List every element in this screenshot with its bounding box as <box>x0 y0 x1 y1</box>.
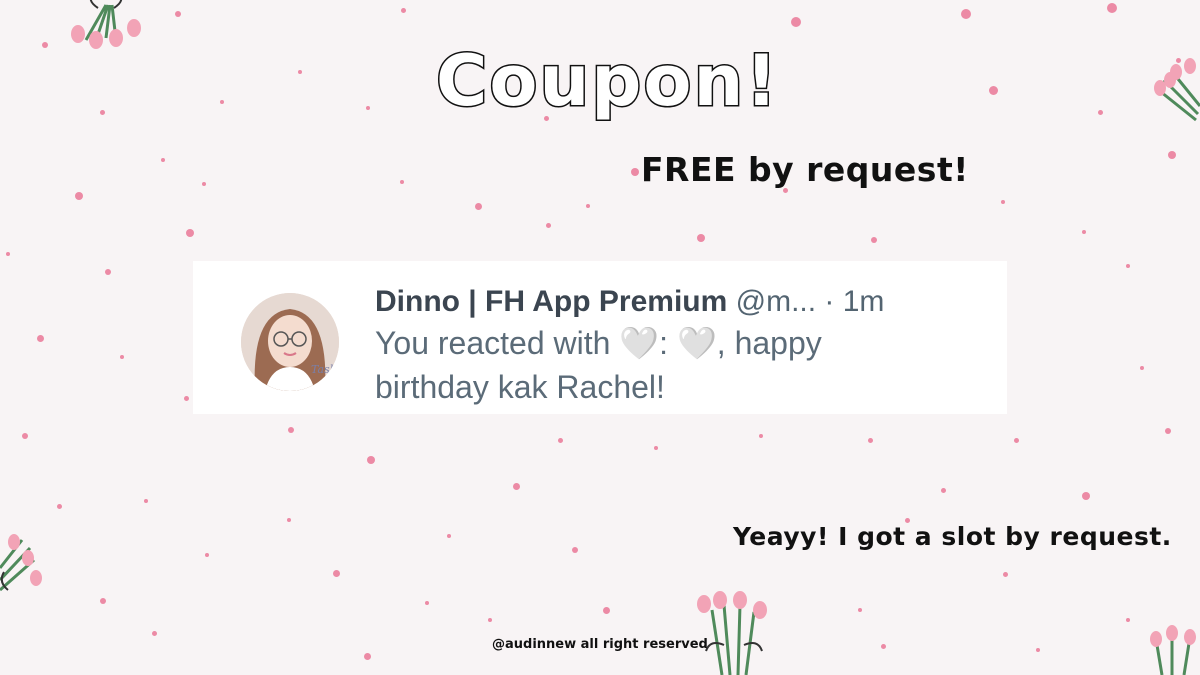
polka-dot <box>42 42 48 48</box>
polka-dot <box>1036 648 1040 652</box>
tulip-bouquet-icon <box>1154 58 1200 122</box>
polka-dot <box>631 168 639 176</box>
polka-dot <box>880 643 886 649</box>
polka-dot <box>791 17 801 27</box>
polka-dot <box>22 433 28 439</box>
polka-dot <box>298 70 302 74</box>
polka-dot <box>205 553 209 557</box>
polka-dot <box>1097 109 1103 115</box>
polka-dot <box>1107 3 1117 13</box>
polka-dot <box>151 630 157 636</box>
polka-dot <box>144 499 148 503</box>
polka-dot <box>120 355 124 359</box>
tulip-bouquet-icon <box>71 0 141 49</box>
subtitle: FREE by request! <box>641 150 969 189</box>
polka-dot <box>183 395 189 401</box>
polka-dot <box>75 192 83 200</box>
caption-text: Yeayy! I got a slot by request. <box>733 522 1172 551</box>
tulip-bouquet-icon <box>697 591 767 675</box>
white-heart-icon: 🤍 <box>619 325 660 361</box>
polka-dot <box>1001 200 1005 204</box>
polka-dot <box>1002 571 1008 577</box>
polka-dot <box>366 106 370 110</box>
notification-header: Dinno | FH App Premium @m... · 1m <box>375 285 884 319</box>
polka-dot <box>871 237 877 243</box>
polka-dot <box>988 85 998 95</box>
white-heart-icon: 🤍 <box>676 325 717 361</box>
polka-dot <box>961 9 971 19</box>
polka-dot <box>220 100 224 104</box>
polka-dot <box>654 446 658 450</box>
post-time: · 1m <box>824 285 885 318</box>
polka-dot <box>586 204 590 208</box>
reaction-prefix: You reacted with <box>375 325 620 361</box>
polka-dot <box>858 608 862 612</box>
polka-dot <box>287 518 291 522</box>
polka-dot <box>6 252 10 256</box>
account-name[interactable]: Dinno | FH App Premium <box>375 285 727 318</box>
polka-dot <box>175 11 181 17</box>
polka-dot <box>186 229 194 237</box>
polka-dot <box>99 109 105 115</box>
tulip-bouquet-icon <box>0 534 42 592</box>
polka-dot <box>1165 428 1171 434</box>
notification-card[interactable]: Tasha Dinno | FH App Premium @m... · 1m … <box>193 261 1007 414</box>
polka-dot <box>512 482 520 490</box>
polka-dot <box>400 180 404 184</box>
profile-avatar[interactable]: Tasha <box>241 293 339 391</box>
polka-dot <box>488 618 492 622</box>
account-handle[interactable]: @m... <box>736 285 816 318</box>
polka-dot <box>1126 618 1130 622</box>
polka-dot <box>545 222 551 228</box>
polka-dot <box>1168 151 1176 159</box>
polka-dot <box>288 427 294 433</box>
polka-dot <box>1126 264 1130 268</box>
notification-text-line2: birthday kak Rachel! <box>375 369 665 405</box>
polka-dot <box>1082 230 1086 234</box>
copyright-footer: @audinnew all right reserved <box>492 637 708 652</box>
polka-dot <box>363 652 371 660</box>
notification-text-line1: You reacted with 🤍: 🤍, happy <box>375 324 822 362</box>
polka-dot <box>202 182 206 186</box>
polka-dot <box>697 234 705 242</box>
polka-dot <box>425 601 429 605</box>
polka-dot <box>474 202 482 210</box>
polka-dot <box>1013 437 1019 443</box>
polka-dot <box>602 606 610 614</box>
polka-dot <box>367 456 375 464</box>
polka-dot <box>100 598 106 604</box>
polka-dot <box>56 503 62 509</box>
polka-dot <box>36 334 44 342</box>
reaction-separator: : <box>659 325 677 361</box>
tulip-bouquet-icon <box>1150 625 1196 675</box>
polka-dot <box>400 7 406 13</box>
avatar-watermark: Tasha <box>311 363 339 376</box>
reaction-suffix: , happy <box>716 325 822 361</box>
polka-dot <box>105 269 111 275</box>
polka-dot <box>161 158 165 162</box>
coupon-title: Coupon! <box>435 40 780 122</box>
polka-dot <box>572 547 578 553</box>
polka-dot <box>1082 492 1090 500</box>
polka-dot <box>447 534 451 538</box>
polka-dot <box>1140 366 1144 370</box>
polka-dot <box>332 569 340 577</box>
polka-dot <box>759 434 763 438</box>
polka-dot <box>867 437 873 443</box>
polka-dot <box>940 487 946 493</box>
polka-dot <box>557 437 563 443</box>
